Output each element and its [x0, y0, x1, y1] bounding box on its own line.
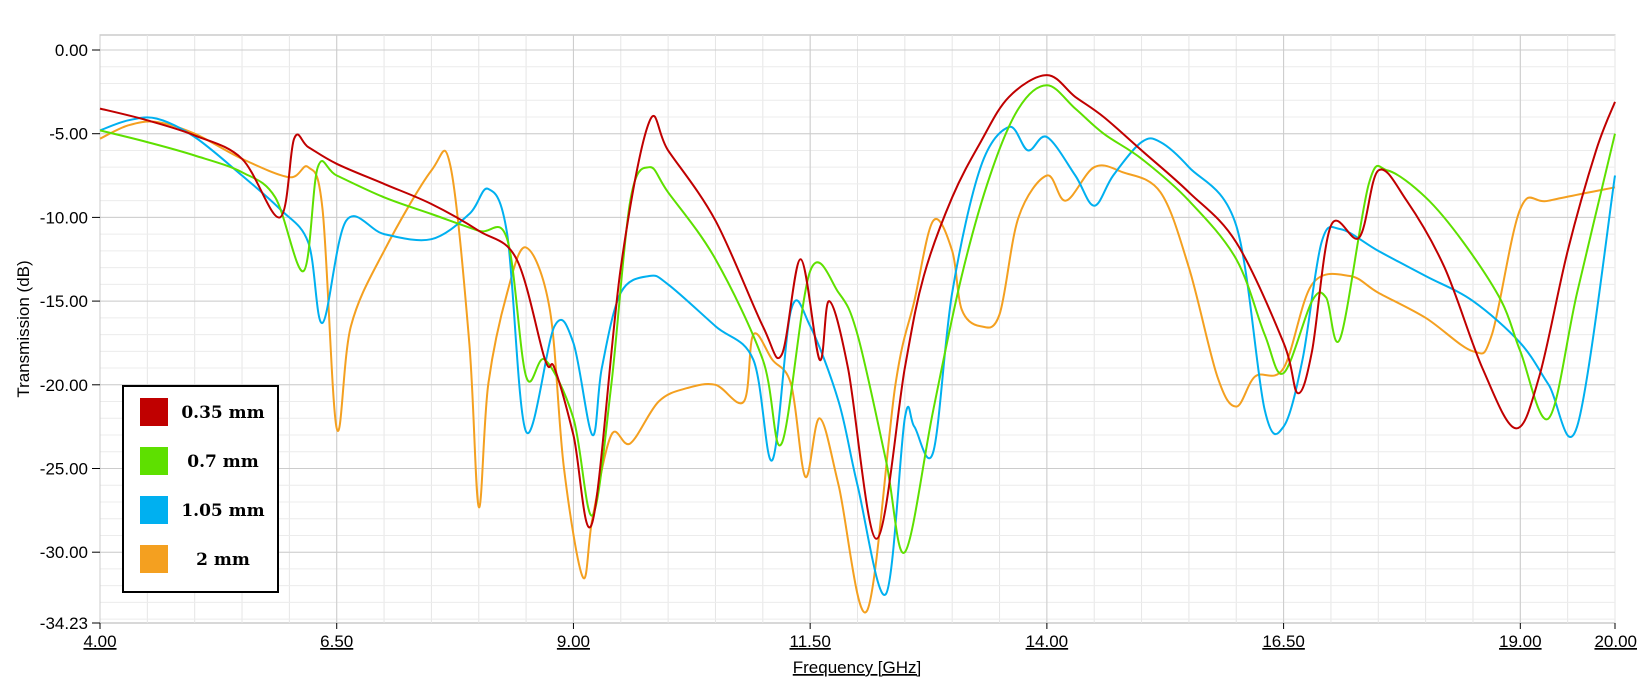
legend-label: 0.35 mm	[181, 403, 264, 423]
y-tick-label: 0.00	[55, 41, 88, 60]
y-tick-label: -30.00	[40, 543, 88, 562]
legend-swatch	[140, 545, 168, 573]
x-tick-label: 20.00	[1594, 632, 1637, 651]
y-tick-label: -15.00	[40, 292, 88, 311]
legend-swatch	[140, 447, 168, 475]
x-tick-label: 16.50	[1262, 632, 1305, 651]
x-tick-label: 19.00	[1499, 632, 1542, 651]
y-axis-title: Transmission (dB)	[14, 260, 33, 397]
transmission-chart: 0.00 -5.00 -10.00 -15.00 -20.00 -25.00 -30.00 -…	[14, 34, 1637, 677]
y-tick-label: -5.00	[49, 125, 88, 144]
y-tick-label: -34.23	[40, 614, 88, 633]
x-tick-label: 4.00	[83, 632, 116, 651]
x-tick-label: 14.00	[1026, 632, 1069, 651]
y-tick-label: -20.00	[40, 376, 88, 395]
y-tick-label: -10.00	[40, 208, 88, 227]
legend-swatch	[140, 496, 168, 524]
y-tick-label: -25.00	[40, 459, 88, 478]
x-tick-labels: 4.00 6.50 9.00 11.50 14.00 16.50 19.00 20.00	[83, 623, 1637, 651]
x-axis-title: Frequency [GHz]	[793, 658, 922, 677]
y-tick-labels: 0.00 -5.00 -10.00 -15.00 -20.00 -25.00 -30.00 -…	[40, 41, 100, 633]
legend: 0.35 mm 0.7 mm 1.05 mm 2 mm	[122, 385, 279, 593]
legend-label: 2 mm	[196, 550, 250, 570]
x-tick-label: 6.50	[320, 632, 353, 651]
legend-label: 0.7 mm	[187, 452, 258, 472]
x-tick-label: 9.00	[557, 632, 590, 651]
legend-label: 1.05 mm	[181, 501, 264, 521]
legend-swatch	[140, 398, 168, 426]
x-tick-label: 11.50	[790, 632, 831, 651]
